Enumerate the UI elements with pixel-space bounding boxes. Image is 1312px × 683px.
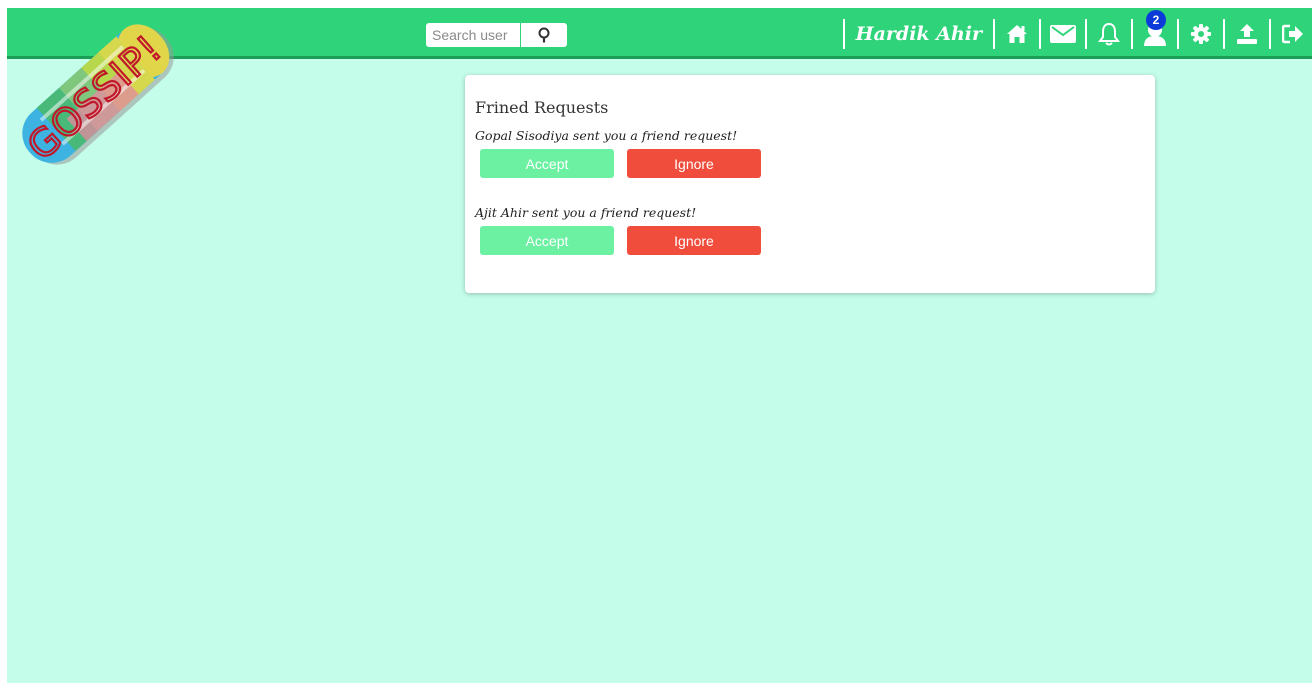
top-navbar: Hardik Ahir [7,8,1312,59]
friend-requests-card: Frined Requests Gopal Sisodiya sent you … [465,75,1155,293]
gossip-logo[interactable]: GOSSIP! [1,4,191,194]
nav-divider [1085,18,1087,49]
logout-icon [1282,24,1303,43]
friend-requests-link[interactable]: 2 [1142,9,1168,47]
nav-links: Hardik Ahir 2 [834,8,1312,59]
nav-divider [1177,18,1179,49]
card-title: Frined Requests [475,98,609,117]
nav-divider [1039,18,1041,49]
search-icon [538,27,550,43]
friend-request-badge: 2 [1146,9,1166,30]
search-input[interactable] [426,23,520,47]
nav-divider [1269,18,1271,49]
friend-request-item: Ajit Ahir sent you a friend request! Acc… [475,205,761,255]
nav-divider [993,18,995,49]
settings-link[interactable] [1188,21,1214,47]
search-bar [426,23,567,47]
nav-divider [1223,18,1225,49]
page-background: Hardik Ahir [7,8,1312,683]
ignore-button[interactable]: Ignore [627,149,761,178]
messages-link[interactable] [1050,21,1076,47]
notifications-link[interactable] [1096,21,1122,47]
nav-divider [842,18,845,49]
accept-button[interactable]: Accept [480,226,614,255]
ignore-button[interactable]: Ignore [627,226,761,255]
settings-icon [1191,23,1211,44]
request-message: Ajit Ahir sent you a friend request! [475,205,697,220]
accept-button[interactable]: Accept [480,149,614,178]
bell-icon [1098,22,1120,45]
upload-link[interactable] [1234,21,1260,47]
upload-icon [1237,23,1257,44]
search-button[interactable] [521,23,567,47]
request-message: Gopal Sisodiya sent you a friend request… [475,128,738,143]
logout-link[interactable] [1280,21,1306,47]
home-icon [1007,24,1027,43]
mail-icon [1050,24,1076,43]
logo-text: GOSSIP! [19,26,170,168]
user-name-link[interactable]: Hardik Ahir [854,23,984,45]
friend-request-item: Gopal Sisodiya sent you a friend request… [475,128,761,178]
request-actions: Accept Ignore [480,226,761,255]
request-actions: Accept Ignore [480,149,761,178]
home-link[interactable] [1004,21,1030,47]
nav-divider [1131,18,1133,49]
